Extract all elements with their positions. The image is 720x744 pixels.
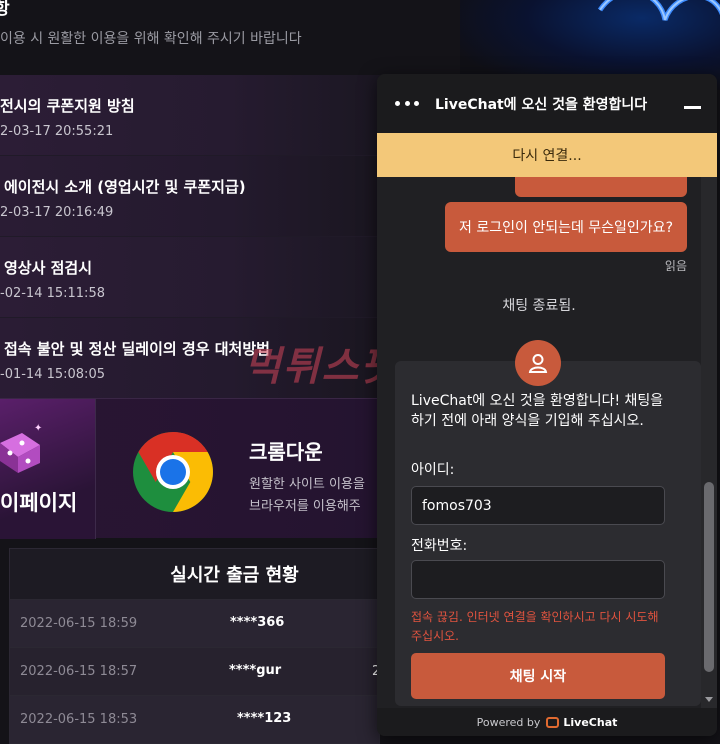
notice-item[interactable]: 에이전시 소개 (영업시간 및 쿠폰지급) 2-03-17 20:16:49: [0, 156, 380, 237]
id-label: 아이디:: [411, 462, 455, 478]
table-row: 2022-06-15 18:59 ****366: [10, 599, 379, 647]
withdraw-date: 2022-06-15 18:57: [20, 664, 138, 679]
more-options-icon[interactable]: [395, 97, 419, 111]
dice-icon: ✦: [0, 423, 42, 473]
withdraw-date: 2022-06-15 18:53: [20, 712, 138, 727]
minimize-icon[interactable]: [684, 106, 701, 109]
livechat-logo-icon: [546, 716, 560, 728]
start-chat-button[interactable]: 채팅 시작: [411, 653, 665, 699]
message-bubble-partial: [515, 177, 687, 197]
page-title: 항: [0, 0, 10, 19]
promo-banner: ✦ 이페이지 크롬다운 원할한 사이트 이용을 브라우저를 이용해주: [0, 398, 380, 539]
table-row: 2022-06-15 18:57 ****gur 2: [10, 647, 380, 695]
withdraw-date: 2022-06-15 18:59: [20, 616, 138, 631]
form-intro: LiveChat에 오신 것을 환영합니다! 채팅을 하기 전에 아래 양식을 …: [411, 393, 664, 429]
chat-footer[interactable]: Powered by LiveChat: [377, 708, 717, 736]
page-subtitle: 이용 시 원활한 이용을 위해 확인해 주시기 바랍니다: [0, 31, 302, 47]
connection-error: 접속 끊김. 인터넷 연결을 확인하시고 다시 시도해 주십시오.: [411, 610, 659, 643]
scroll-down-icon[interactable]: [705, 697, 713, 702]
banner-left-label: 이페이지: [0, 491, 78, 515]
livechat-window: LiveChat에 오신 것을 환영합니다 다시 연결... 저 로그인이 안되…: [377, 74, 717, 736]
banner-chrome-download[interactable]: 크롬다운 원할한 사이트 이용을 브라우저를 이용해주: [96, 399, 380, 538]
chat-header: LiveChat에 오신 것을 환영합니다: [377, 74, 717, 133]
withdraw-status-panel: 실시간 출금 현황 2022-06-15 18:59 ****366 2022-…: [9, 548, 380, 744]
notice-title: 전시의 쿠폰지원 방침: [0, 97, 135, 115]
withdraw-user: ****366: [230, 615, 285, 630]
chat-scrollbar[interactable]: [701, 177, 717, 708]
neon-heart-icon: [597, 0, 720, 21]
withdraw-title: 실시간 출금 현황: [10, 549, 379, 599]
phone-input[interactable]: [411, 560, 665, 599]
watermark: 먹튀스팟: [244, 344, 400, 390]
banner-text-line: 브라우저를 이용해주: [249, 499, 361, 514]
powered-by-text: Powered by: [476, 715, 541, 729]
notice-date: 2-03-17 20:16:49: [0, 205, 114, 220]
prechat-form: LiveChat에 오신 것을 환영합니다! 채팅을 하기 전에 아래 양식을 …: [395, 361, 701, 706]
phone-label: 전화번호:: [411, 538, 468, 554]
notice-title: 영상사 점검시: [4, 259, 93, 277]
chrome-icon: [133, 432, 213, 512]
livechat-brand: LiveChat: [563, 715, 618, 729]
chat-title: LiveChat에 오신 것을 환영합니다: [435, 96, 648, 113]
withdraw-user: ****gur: [229, 663, 282, 678]
banner-text-line: 원할한 사이트 이용을: [249, 477, 365, 492]
withdraw-user: ****123: [237, 711, 292, 726]
scroll-thumb[interactable]: [704, 482, 714, 672]
message-bubble: 저 로그인이 안되는데 무슨일인가요?: [445, 202, 687, 252]
banner-title: 크롬다운: [249, 440, 323, 464]
notice-date: 2-03-17 20:55:21: [0, 124, 114, 139]
user-icon: [528, 354, 548, 373]
agent-avatar: [515, 340, 561, 386]
notice-date: -02-14 15:11:58: [0, 286, 105, 301]
notice-title: 에이전시 소개 (영업시간 및 쿠폰지급): [4, 178, 246, 196]
read-receipt: 읽음: [664, 259, 687, 273]
banner-left-tile[interactable]: ✦ 이페이지: [0, 399, 96, 539]
svg-text:✦: ✦: [34, 423, 42, 434]
reconnect-bar[interactable]: 다시 연결...: [377, 133, 717, 177]
notice-item[interactable]: 전시의 쿠폰지원 방침 2-03-17 20:55:21: [0, 75, 380, 156]
table-row: 2022-06-15 18:53 ****123: [10, 695, 379, 743]
id-input[interactable]: [411, 486, 665, 525]
chat-ended-notice: 채팅 종료됨.: [502, 298, 576, 314]
notice-item[interactable]: 영상사 점검시 -02-14 15:11:58: [0, 237, 380, 318]
chat-messages: 저 로그인이 안되는데 무슨일인가요? 읽음 채팅 종료됨. LiveChat에…: [377, 177, 701, 708]
